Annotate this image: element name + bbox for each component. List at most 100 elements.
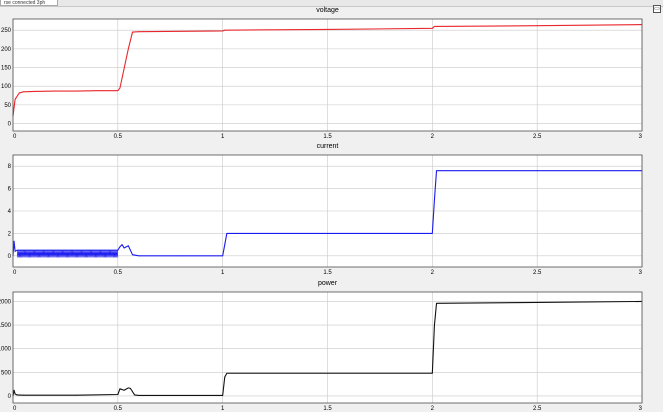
data-point xyxy=(117,90,119,92)
data-point xyxy=(327,372,328,374)
y-tick-label: 2 xyxy=(8,231,12,237)
data-point xyxy=(436,302,437,304)
data-point xyxy=(226,233,228,234)
y-tick-label: 2000 xyxy=(0,299,12,305)
data-point xyxy=(119,87,121,89)
x-tick-label: 2.5 xyxy=(533,406,542,412)
x-tick-label: 2 xyxy=(431,270,435,276)
panel-voltage: voltage 0 0.5 1 1.5 2 2.5 3 0 50 100 150 200 250 xyxy=(1,7,643,140)
x-tick-label: 1 xyxy=(221,406,225,412)
y-tick-label: 250 xyxy=(1,28,12,34)
x-tick-label: 1.5 xyxy=(323,270,332,276)
data-point xyxy=(75,90,77,92)
data-point xyxy=(431,372,433,374)
data-point xyxy=(222,395,224,396)
data-point xyxy=(431,27,433,29)
data-point xyxy=(224,244,226,246)
data-point xyxy=(180,30,182,32)
data-point xyxy=(434,26,435,27)
data-point xyxy=(132,31,133,33)
data-point xyxy=(224,29,226,31)
y-tick-label: 1500 xyxy=(0,323,12,329)
y-tick-label: 50 xyxy=(4,103,11,109)
x-tick-label: 2 xyxy=(431,134,435,140)
data-point xyxy=(327,233,328,234)
x-tick-label: 1.5 xyxy=(323,406,332,412)
x-tick-label: 2.5 xyxy=(533,134,542,140)
y-tick-label: 6 xyxy=(8,187,12,193)
data-point xyxy=(226,372,228,374)
plot-title-current: current xyxy=(317,143,339,150)
y-tick-label: 150 xyxy=(1,66,12,72)
x-tick-label: 3 xyxy=(639,406,643,412)
y-tick-label: 1000 xyxy=(0,347,12,353)
data-point xyxy=(132,254,133,256)
data-point xyxy=(75,394,77,396)
x-tick-label: 1 xyxy=(221,270,225,276)
data-point xyxy=(121,244,123,246)
x-tick-label: 3 xyxy=(639,134,643,140)
y-tick-label: 0 xyxy=(8,394,12,400)
data-point xyxy=(96,90,98,92)
data-point xyxy=(222,30,224,32)
data-point xyxy=(224,376,226,378)
x-tick-label: 0 xyxy=(13,270,17,276)
plot-title-voltage: voltage xyxy=(316,7,339,14)
x-tick-label: 1.5 xyxy=(323,134,332,140)
x-tick-label: 3 xyxy=(639,270,643,276)
y-tick-label: 4 xyxy=(8,209,12,215)
data-point xyxy=(536,301,538,303)
panel-power: power 0 0.5 1 1.5 2 2.5 3 0 500 1000 1500 2000 xyxy=(0,280,643,412)
panel-current: current 0 0.5 1 1.5 2 2.5 3 0 2 4 6 8 xyxy=(8,143,643,276)
data-point xyxy=(54,90,56,92)
x-tick-label: 2 xyxy=(431,406,435,412)
data-point xyxy=(18,92,20,94)
scope-plots: voltage0 0.5 1 1.5 2 2.5 3050100150200250curre… xyxy=(0,7,643,412)
data-point xyxy=(536,25,538,27)
data-point xyxy=(127,48,129,50)
y-tick-label: 0 xyxy=(8,254,12,260)
data-point xyxy=(138,31,140,33)
x-tick-label: 0.5 xyxy=(114,134,123,140)
data-point xyxy=(14,98,16,100)
x-tick-label: 0 xyxy=(13,406,17,412)
data-point xyxy=(138,395,140,396)
data-point xyxy=(327,29,328,30)
x-tick-label: 2.5 xyxy=(533,270,542,276)
data-point xyxy=(13,389,15,391)
y-tick-label: 100 xyxy=(1,84,12,90)
data-point xyxy=(431,233,433,234)
data-point xyxy=(33,91,35,92)
data-point xyxy=(436,170,437,172)
data-point xyxy=(119,388,121,390)
data-point xyxy=(16,249,18,251)
y-tick-label: 0 xyxy=(8,122,12,128)
y-tick-label: 500 xyxy=(1,370,12,376)
data-point xyxy=(117,394,119,395)
data-point xyxy=(123,389,125,391)
data-point xyxy=(127,245,129,247)
data-point xyxy=(127,387,129,389)
plot-title-power: power xyxy=(318,280,338,287)
data-point xyxy=(117,249,119,251)
x-tick-label: 0 xyxy=(13,134,17,140)
x-tick-label: 0.5 xyxy=(114,406,123,412)
data-point xyxy=(434,199,435,201)
data-point xyxy=(119,246,121,248)
data-point xyxy=(23,394,24,396)
data-point xyxy=(222,255,224,257)
y-tick-label: 8 xyxy=(8,164,12,170)
y-tick-label: 200 xyxy=(1,47,12,53)
data-point xyxy=(536,170,538,172)
data-point xyxy=(14,393,16,395)
data-point xyxy=(123,247,125,249)
data-point xyxy=(14,250,16,252)
data-point xyxy=(13,240,15,242)
data-point xyxy=(23,91,24,93)
data-point xyxy=(134,394,136,396)
data-point xyxy=(130,387,131,389)
x-tick-label: 1 xyxy=(221,134,225,140)
data-point xyxy=(138,255,140,257)
x-tick-label: 0.5 xyxy=(114,270,123,276)
data-point xyxy=(180,255,182,257)
